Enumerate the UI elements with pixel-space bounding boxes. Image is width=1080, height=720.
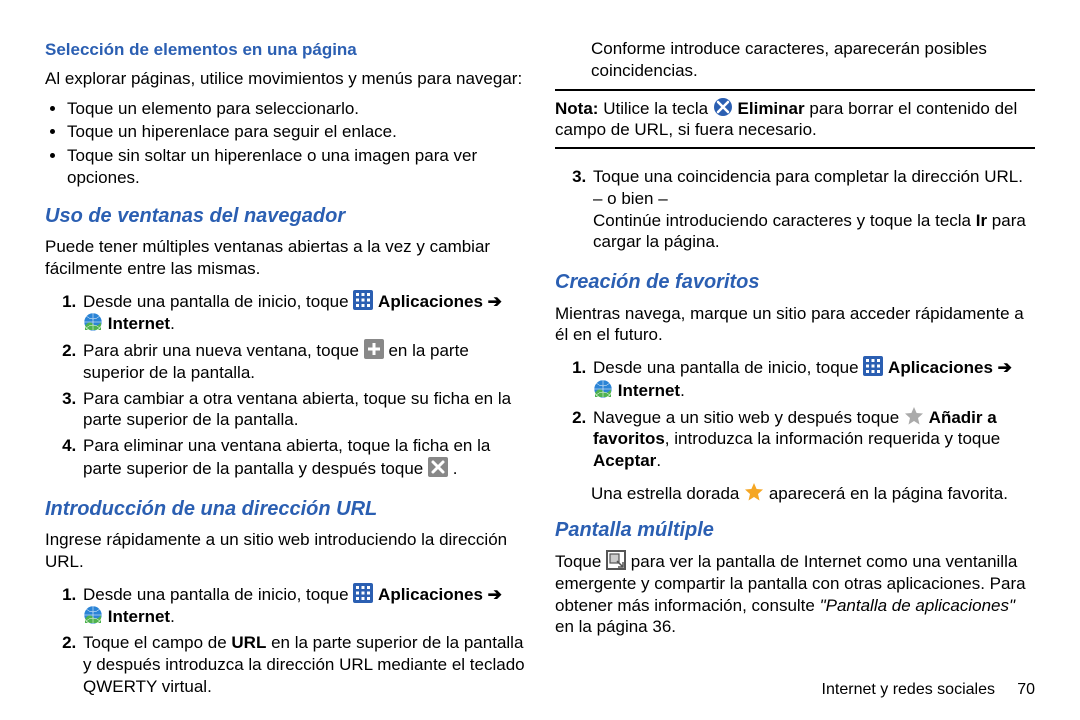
list-item: Toque sin soltar un hiperenlace o una im… <box>67 145 525 189</box>
plus-icon <box>364 339 384 359</box>
list-item: Toque un hiperenlace para seguir el enla… <box>67 121 525 143</box>
footer-page-number: 70 <box>1017 681 1035 698</box>
note-box: Nota: Utilice la tecla Eliminar para bor… <box>555 89 1035 150</box>
step-item: Navegue a un sitio web y después toque A… <box>591 406 1035 472</box>
step-item: Desde una pantalla de inicio, toque Apli… <box>81 290 525 336</box>
globe-icon <box>83 605 103 625</box>
step-item: Toque una coincidencia para completar la… <box>591 166 1035 253</box>
page-footer: Internet y redes sociales 70 <box>555 670 1035 700</box>
p-ventanas: Puede tener múltiples ventanas abiertas … <box>45 236 525 280</box>
manual-page: Selección de elementos en una página Al … <box>0 0 1080 720</box>
p-favoritos: Mientras navega, marque un sitio para ac… <box>555 303 1035 347</box>
steps-ventanas: Desde una pantalla de inicio, toque Apli… <box>45 286 525 484</box>
step-item: Para abrir una nueva ventana, toque en l… <box>81 339 525 384</box>
steps-url-cont: Toque una coincidencia para completar la… <box>555 162 1035 257</box>
step-item: Toque el campo de URL en la parte superi… <box>81 632 525 697</box>
apps-icon <box>353 583 373 603</box>
globe-icon <box>593 379 613 399</box>
globe-icon <box>83 312 103 332</box>
heading-seleccion: Selección de elementos en una página <box>45 39 525 61</box>
step-item: Desde una pantalla de inicio, toque Apli… <box>81 583 525 629</box>
p-multiple: Toque para ver la pantalla de Internet c… <box>555 550 1035 638</box>
footer-section: Internet y redes sociales <box>822 681 995 698</box>
p-coincidencias: Conforme introduce caracteres, aparecerá… <box>591 38 1035 82</box>
close-icon <box>428 457 448 477</box>
heading-ventanas: Uso de ventanas del navegador <box>45 204 525 230</box>
step-item: Para cambiar a otra ventana abierta, toq… <box>81 388 525 432</box>
bullet-list: Toque un elemento para seleccionarlo. To… <box>45 96 525 191</box>
right-column: Conforme introduce caracteres, aparecerá… <box>555 35 1035 700</box>
delete-icon <box>713 97 733 117</box>
step-item: Desde una pantalla de inicio, toque Apli… <box>591 356 1035 402</box>
p-explore: Al explorar páginas, utilice movimientos… <box>45 68 525 90</box>
star-gold-icon <box>744 482 764 502</box>
step-item: Para eliminar una ventana abierta, toque… <box>81 435 525 480</box>
heading-url: Introducción de una dirección URL <box>45 497 525 523</box>
steps-favoritos: Desde una pantalla de inicio, toque Apli… <box>555 352 1035 476</box>
apps-icon <box>863 356 883 376</box>
star-gray-icon <box>904 406 924 426</box>
multi-window-icon <box>606 550 626 570</box>
p-url: Ingrese rápidamente a un sitio web intro… <box>45 529 525 573</box>
heading-pantalla-multiple: Pantalla múltiple <box>555 518 1035 544</box>
left-column: Selección de elementos en una página Al … <box>45 35 525 700</box>
list-item: Toque un elemento para seleccionarlo. <box>67 98 525 120</box>
p-estrella: Una estrella dorada aparecerá en la pági… <box>591 482 1035 505</box>
apps-icon <box>353 290 373 310</box>
steps-url: Desde una pantalla de inicio, toque Apli… <box>45 579 525 702</box>
heading-favoritos: Creación de favoritos <box>555 270 1035 296</box>
